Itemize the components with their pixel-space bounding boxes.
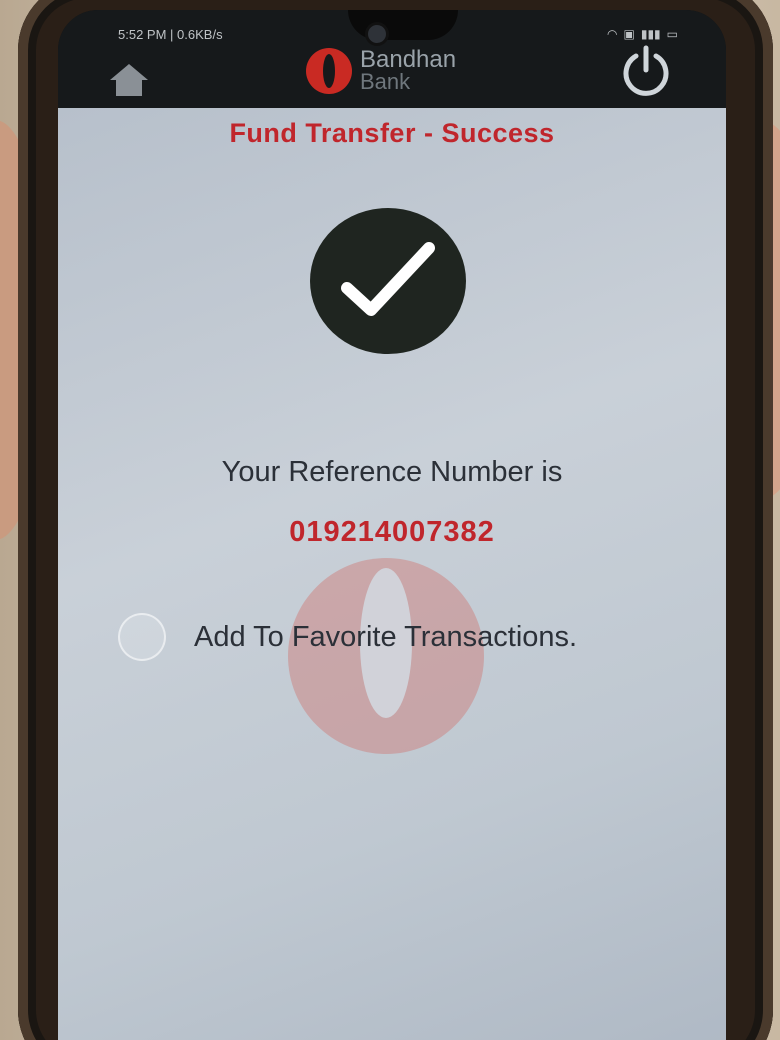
success-badge (310, 208, 466, 354)
volte-icon: ▣ (623, 27, 635, 41)
phone-screen: 5:52 PM | 0.6KB/s ◠ ▣ ▮▮▮ ▭ Bandhan Bank… (58, 10, 726, 1040)
brand-sub: Bank (360, 69, 411, 94)
check-icon (341, 242, 435, 316)
wifi-icon: ◠ (607, 27, 618, 41)
status-icons: ◠ ▣ ▮▮▮ ▭ (607, 27, 678, 41)
reference-label: Your Reference Number is (221, 456, 563, 488)
main-content: Fund Transfer - Success Your Reference N… (58, 108, 726, 1040)
photo-scene: 5:52 PM | 0.6KB/s ◠ ▣ ▮▮▮ ▭ Bandhan Bank… (0, 0, 780, 1040)
logout-button[interactable] (618, 42, 674, 98)
status-time: 5:52 PM (118, 26, 167, 42)
bandhan-logo-mark (306, 48, 352, 94)
home-button[interactable] (108, 62, 150, 98)
page-title: Fund Transfer - Success (229, 118, 555, 148)
battery-icon: ▭ (666, 27, 678, 41)
add-favorite-option[interactable]: Add To Favorite Transactions. (118, 613, 577, 661)
home-icon (110, 64, 148, 96)
favorite-checkbox[interactable] (118, 613, 166, 661)
brand-name: Bandhan (360, 46, 457, 73)
power-icon (623, 45, 669, 96)
brand-logo: Bandhan Bank (306, 48, 456, 94)
status-speed: 0.6KB/s (177, 26, 223, 42)
front-camera (365, 22, 389, 46)
phone-frame: 5:52 PM | 0.6KB/s ◠ ▣ ▮▮▮ ▭ Bandhan Bank… (18, 0, 773, 1040)
reference-number: 019214007382 (289, 516, 495, 548)
status-left: 5:52 PM | 0.6KB/s (118, 26, 223, 42)
favorite-label: Add To Favorite Transactions. (194, 620, 578, 653)
signal-icon: ▮▮▮ (640, 27, 661, 41)
